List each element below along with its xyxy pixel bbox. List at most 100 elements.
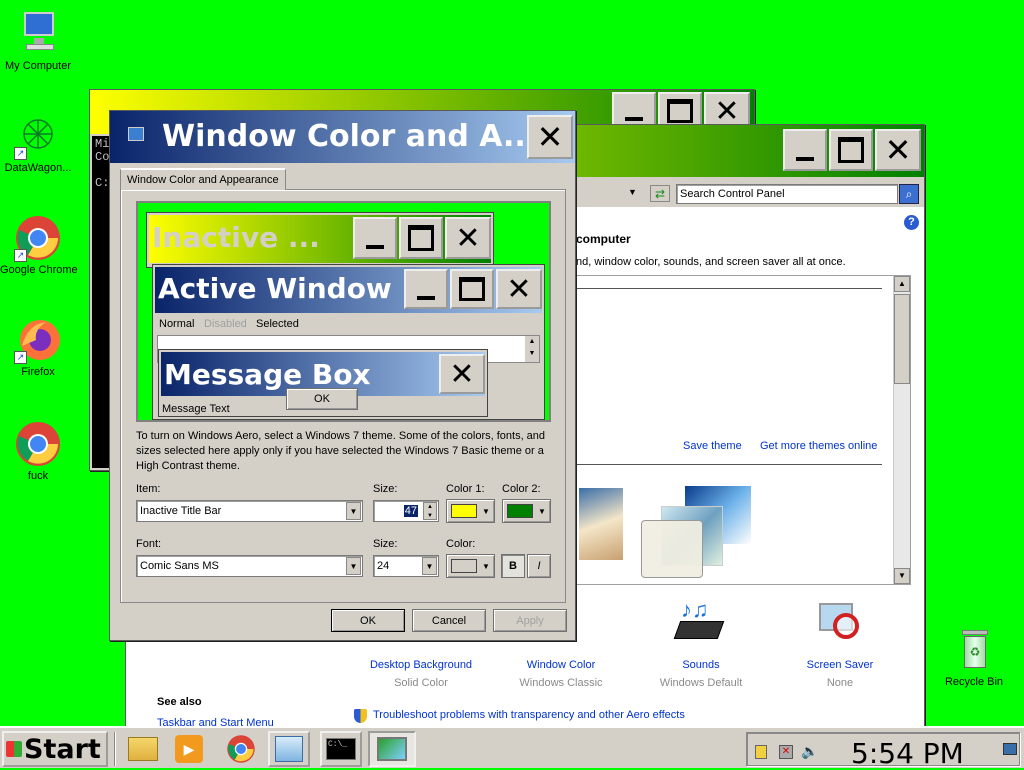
- media-player-icon: ▶: [175, 735, 203, 763]
- shield-icon: [354, 709, 367, 723]
- tab-window-color-and-appearance[interactable]: Window Color and Appearance: [120, 168, 286, 190]
- color2-swatch: [507, 504, 533, 518]
- desktop-icon-firefox[interactable]: ↗ Firefox: [0, 316, 76, 378]
- item-sub: Solid Color: [394, 677, 448, 689]
- apply-button[interactable]: Apply: [493, 609, 567, 632]
- maximize-icon: [459, 277, 485, 301]
- themes-list[interactable]: Save theme Get more themes online ▲ ▼: [574, 275, 911, 585]
- font-color-button[interactable]: ▼: [446, 554, 495, 578]
- desktop-icon-label: My Computer: [4, 60, 72, 72]
- show-desktop-icon[interactable]: [1003, 743, 1017, 755]
- window-color-dialog[interactable]: Window Color and A... ✕ Window Color and…: [109, 110, 576, 641]
- shortcut-arrow-icon: ↗: [14, 147, 27, 160]
- save-theme-link[interactable]: Save theme: [683, 440, 742, 452]
- ok-button[interactable]: OK: [331, 609, 405, 632]
- maximize-icon: [838, 137, 864, 163]
- action-center-icon[interactable]: [755, 745, 767, 759]
- scroll-down-button[interactable]: ▼: [894, 568, 910, 584]
- color2-button[interactable]: ▼: [502, 499, 551, 523]
- spinner-buttons[interactable]: ▲ ▼: [423, 502, 437, 520]
- close-icon: ✕: [506, 272, 532, 306]
- preview-ok-button: OK: [286, 388, 358, 410]
- desktop-icon-fuck[interactable]: fuck: [0, 420, 76, 482]
- search-control-panel-input[interactable]: Search Control Panel: [676, 184, 898, 204]
- taskbar-media-player-button[interactable]: ▶: [168, 731, 210, 767]
- theme-thumbnail[interactable]: [579, 488, 623, 560]
- item-value: Inactive Title Bar: [140, 505, 222, 517]
- size-spinner[interactable]: 47 ▲ ▼: [373, 500, 439, 522]
- desktop-icon-my-computer[interactable]: My Computer: [0, 10, 76, 72]
- taskbar-explorer-button[interactable]: [122, 731, 164, 767]
- shortcut-arrow-icon: ↗: [14, 249, 27, 262]
- display-settings-icon: [128, 127, 144, 141]
- desktop-icon-label: Recycle Bin: [944, 676, 1004, 688]
- troubleshoot-link[interactable]: Troubleshoot problems with transparency …: [373, 709, 685, 721]
- scrollbar[interactable]: ▲ ▼: [893, 276, 910, 584]
- font-size-value: 24: [377, 560, 390, 572]
- screen-saver-icon: [815, 599, 865, 645]
- start-label: Start: [24, 733, 101, 765]
- network-disconnected-icon[interactable]: ✕: [779, 745, 793, 759]
- cancel-button[interactable]: Cancel: [412, 609, 486, 632]
- theme-thumbnail-selected[interactable]: [641, 484, 757, 580]
- search-icon: ⌕: [905, 186, 913, 201]
- sounds-item[interactable]: ♪♫ Sounds Windows Default: [641, 599, 761, 690]
- close-icon: ✕: [884, 132, 912, 168]
- windows-logo-icon: [6, 741, 22, 757]
- preview-menu-disabled: Disabled: [204, 318, 247, 330]
- chevron-down-icon: ▼: [422, 557, 437, 575]
- preview-minimize-button: [404, 269, 448, 309]
- item-label: Item:: [136, 483, 161, 495]
- divider: [575, 288, 882, 289]
- close-icon: ✕: [536, 119, 564, 155]
- display-settings-icon: [377, 737, 407, 761]
- item-sub: Windows Default: [659, 677, 743, 689]
- scroll-up-button[interactable]: ▲: [894, 276, 910, 292]
- item-label: Screen Saver: [806, 659, 874, 671]
- taskbar-command-prompt-button[interactable]: C:\_: [320, 731, 362, 767]
- taskbar: Start ▶ C:\_ ✕ 🔈 5:54 PM: [0, 726, 1024, 770]
- control-panel-icon: [275, 736, 303, 762]
- refresh-button[interactable]: ⇄: [650, 185, 670, 202]
- dialog-title-bar[interactable]: Window Color and A... ✕: [110, 111, 575, 163]
- volume-icon[interactable]: 🔈: [801, 743, 818, 760]
- close-button[interactable]: ✕: [527, 115, 573, 159]
- personalization-heading: computer: [576, 232, 631, 246]
- chevron-down-icon: ▼: [482, 561, 490, 571]
- desktop-icon-recycle-bin[interactable]: ♻ Recycle Bin: [936, 626, 1012, 688]
- item-dropdown[interactable]: Inactive Title Bar ▼: [136, 500, 363, 522]
- maximize-button[interactable]: [829, 129, 873, 171]
- close-button[interactable]: ✕: [875, 129, 921, 171]
- taskbar-chrome-button[interactable]: [220, 731, 262, 767]
- font-color-swatch: [451, 559, 477, 573]
- chrome-icon: ↗: [14, 214, 62, 262]
- italic-button[interactable]: I: [527, 554, 551, 578]
- color1-button[interactable]: ▼: [446, 499, 495, 523]
- start-button[interactable]: Start: [2, 731, 108, 767]
- minimize-button[interactable]: [783, 129, 827, 171]
- folder-icon: [128, 737, 158, 761]
- font-dropdown[interactable]: Comic Sans MS ▼: [136, 555, 363, 577]
- preview-close-button: ✕: [439, 354, 485, 394]
- font-size-dropdown[interactable]: 24 ▼: [373, 555, 439, 577]
- color1-swatch: [451, 504, 477, 518]
- desktop-icon-google-chrome[interactable]: ↗ Google Chrome: [0, 214, 78, 276]
- search-button[interactable]: ⌕: [899, 184, 919, 204]
- scroll-thumb[interactable]: [894, 294, 910, 384]
- chevron-down-icon: ▼: [346, 502, 361, 520]
- preview-message-box: Message Box ✕ Message Text OK: [158, 349, 488, 417]
- screen-saver-item[interactable]: Screen Saver None: [780, 599, 900, 689]
- color-label: Color:: [446, 538, 476, 550]
- desktop-icon-label: DataWagon...: [4, 162, 72, 174]
- preview-inactive-window: Inactive ... ✕: [146, 212, 494, 268]
- maximize-icon: [408, 225, 434, 251]
- taskbar-display-settings-button[interactable]: [368, 731, 416, 767]
- taskbar-control-panel-button[interactable]: [268, 731, 310, 767]
- preview-message-text: Message Text: [162, 403, 230, 415]
- address-dropdown-arrow[interactable]: ▼: [628, 187, 637, 197]
- bold-button[interactable]: B: [501, 554, 525, 578]
- get-more-themes-link[interactable]: Get more themes online: [760, 440, 877, 452]
- help-icon[interactable]: ?: [904, 215, 919, 230]
- clock[interactable]: 5:54 PM: [851, 737, 964, 770]
- desktop-icon-datawagon[interactable]: ↗ DataWagon...: [0, 112, 76, 174]
